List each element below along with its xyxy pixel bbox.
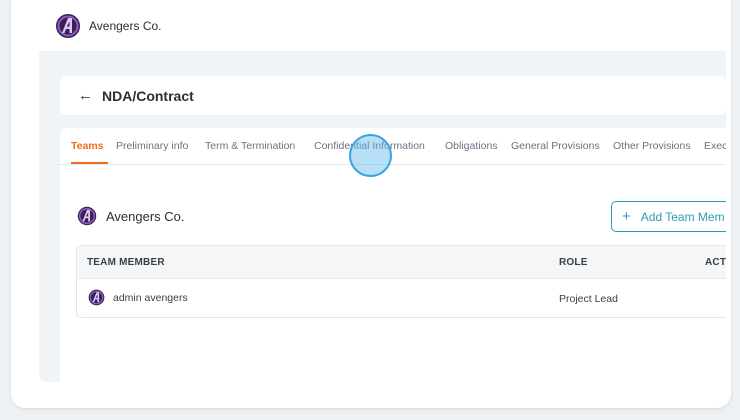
table-header: TEAM MEMBER ROLE ACTI bbox=[77, 246, 726, 279]
back-arrow-icon[interactable]: ← bbox=[78, 88, 93, 103]
tab-general-provisions[interactable]: General Provisions bbox=[511, 140, 600, 152]
member-role: Project Lead bbox=[559, 293, 618, 305]
tab-exec[interactable]: Exec bbox=[704, 140, 726, 152]
avengers-logo-icon bbox=[55, 13, 81, 39]
avengers-logo-icon bbox=[77, 206, 97, 226]
tab-bar: Teams Preliminary info Term & Terminatio… bbox=[60, 128, 726, 165]
column-header-team-member[interactable]: TEAM MEMBER bbox=[87, 257, 165, 268]
tab-obligations[interactable]: Obligations bbox=[445, 140, 498, 152]
plus-icon: + bbox=[622, 208, 631, 225]
org-header: Avengers Co. bbox=[39, 0, 726, 51]
tab-confidential-information[interactable]: Confidential Information bbox=[314, 140, 425, 152]
content-card: Teams Preliminary info Term & Terminatio… bbox=[60, 128, 726, 382]
active-tab-indicator bbox=[71, 162, 108, 164]
table-row[interactable]: admin avengers Project Lead bbox=[77, 279, 726, 317]
app-frame: Avengers Co. ← NDA/Contract Teams Prelim… bbox=[11, 0, 731, 408]
team-header: Avengers Co. bbox=[77, 206, 185, 226]
page-title: NDA/Contract bbox=[102, 87, 194, 104]
column-header-actions[interactable]: ACTI bbox=[705, 257, 726, 268]
add-team-member-button[interactable]: + Add Team Mem bbox=[611, 201, 726, 232]
member-avatar-icon bbox=[88, 289, 105, 306]
org-name: Avengers Co. bbox=[89, 18, 162, 33]
tab-term-termination[interactable]: Term & Termination bbox=[205, 140, 295, 152]
tab-other-provisions[interactable]: Other Provisions bbox=[613, 140, 691, 152]
member-name: admin avengers bbox=[113, 291, 188, 304]
tab-preliminary-info[interactable]: Preliminary info bbox=[116, 140, 188, 152]
workspace-panel: Avengers Co. ← NDA/Contract Teams Prelim… bbox=[39, 0, 726, 382]
page-title-bar: ← NDA/Contract bbox=[60, 76, 726, 115]
member-cell: admin avengers bbox=[88, 289, 188, 306]
column-header-role[interactable]: ROLE bbox=[559, 257, 588, 268]
tab-teams[interactable]: Teams bbox=[71, 140, 104, 152]
team-name: Avengers Co. bbox=[106, 208, 185, 224]
add-team-member-label: Add Team Mem bbox=[640, 209, 725, 224]
team-members-table: TEAM MEMBER ROLE ACTI admin avengers Pro… bbox=[76, 245, 726, 318]
